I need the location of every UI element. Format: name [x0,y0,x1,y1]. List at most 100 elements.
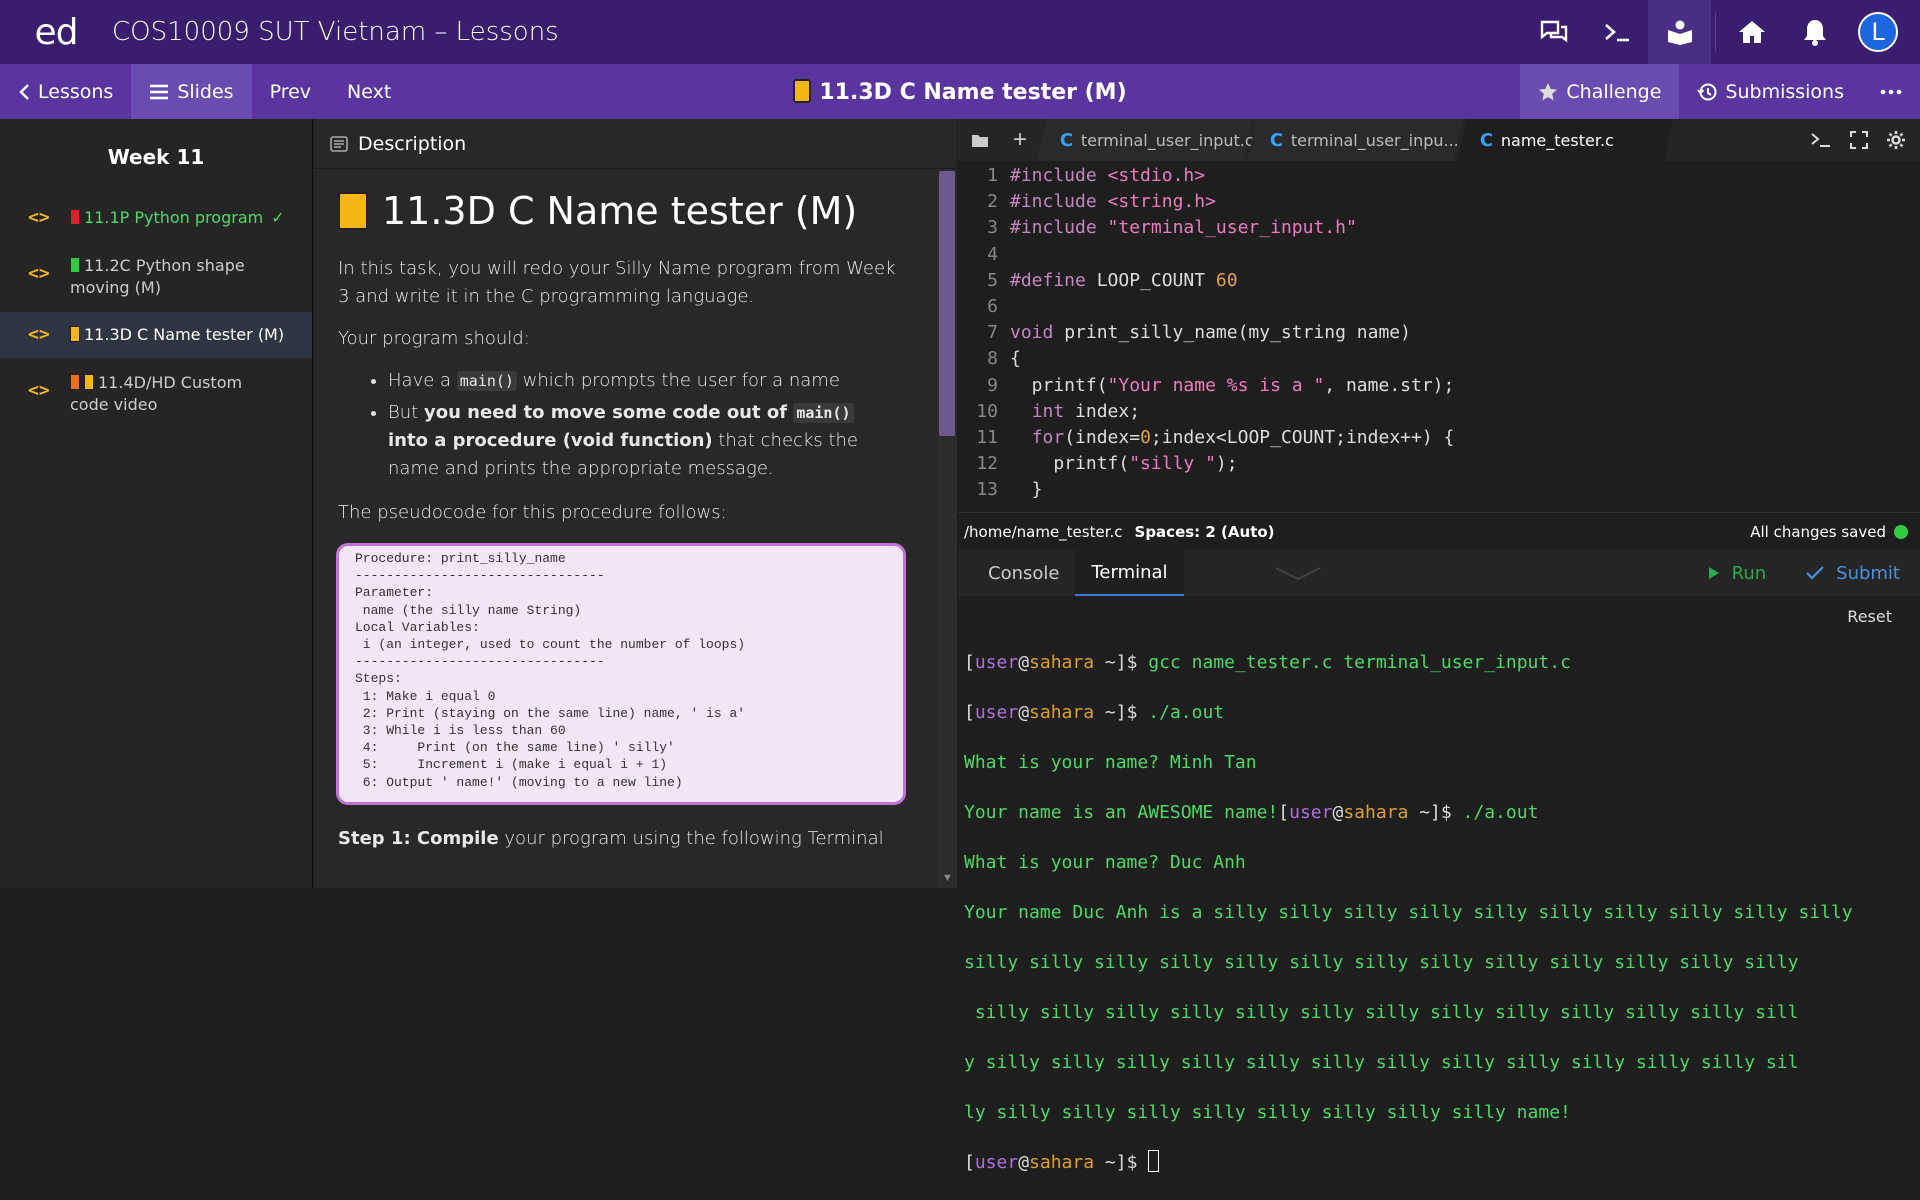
lesson-item[interactable]: <> 11.1P Python program ✓ [0,195,312,241]
terminal-line: silly silly silly silly silly silly sill… [964,952,1799,973]
lessons-button[interactable]: Lessons [0,64,131,119]
code-line: 7 void print_silly_name(my_string name) [958,320,1920,346]
pseudocode-line: 5: Increment i (make i equal i + 1) [355,757,668,773]
indent-setting[interactable]: Spaces: 2 (Auto) [1135,523,1275,541]
lesson-item[interactable]: <> 11.3D C Name tester (M) [0,312,312,358]
terminal-line: [user@sahara ~]$ gcc name_tester.c termi… [964,652,1571,673]
files-icon[interactable] [958,132,1002,148]
pseudocode-lines: -------------------------------- Paramete… [355,567,887,791]
code-line: 5 #define LOOP_COUNT 60 [958,268,1920,294]
code-token: 0 [1140,427,1151,449]
line-number: 11 [976,427,998,449]
code-token: (index= [1064,427,1141,449]
submissions-button[interactable]: Submissions [1679,64,1862,119]
editor-tab[interactable]: Cterminal_user_inpu... [1247,119,1463,161]
tab-console[interactable]: Console [972,550,1075,596]
heading-text: 11.3D C Name tester (M) [382,189,858,233]
terminal-line: What is your name? Duc Anh [964,852,1246,873]
discussion-icon[interactable] [1522,0,1585,64]
code-token: 60 [1215,269,1238,291]
lessons-icon[interactable] [1648,0,1711,64]
description-heading: 11.3D C Name tester (M) [338,189,898,233]
ed-logo[interactable]: ed [0,12,112,53]
list-item: Have a main() which prompts the user for… [388,367,898,395]
line-number: 8 [987,348,998,370]
terminal-line: Your name Duc Anh is a silly silly silly… [964,902,1853,923]
marker-green [70,257,80,273]
terminal-icon[interactable] [1810,132,1832,148]
terminal-output[interactable]: Reset [user@sahara ~]$ gcc name_tester.c… [958,596,1920,1173]
reset-button[interactable]: Reset [1847,604,1892,629]
bell-icon[interactable] [1783,0,1846,64]
tab-terminal[interactable]: Terminal [1075,550,1184,596]
lessons-label: Lessons [38,80,114,103]
line-number: 4 [987,243,998,265]
top-bar: ed COS10009 SUT Vietnam – Lessons L [0,0,1920,64]
scrollbar-thumb[interactable] [939,171,955,436]
submissions-label: Submissions [1725,80,1844,103]
lesson-item[interactable]: <> 11.4D/HD Custom code video [0,362,312,426]
avatar[interactable]: L [1858,12,1898,52]
home-icon[interactable] [1720,0,1783,64]
pseudocode-line: 4: Print (on the same line) ' silly' [355,740,675,756]
pseudocode-line: 6: Output ' name!' (moving to a new line… [355,774,683,790]
task-title-text: 11.3D C Name tester (M) [819,80,1127,105]
next-button[interactable]: Next [329,64,409,119]
terminal-icon[interactable] [1585,0,1648,64]
lesson-item[interactable]: <> 11.2C Python shape moving (M) [0,245,312,309]
pseudocode-line: Parameter: [355,585,434,601]
more-icon[interactable] [1862,64,1920,119]
code-token: , name.str); [1324,374,1455,396]
description-header: Description [314,119,957,169]
code-icon: <> [28,207,50,228]
code-area[interactable]: 1 #include <stdio.h> 2 #include <string.h> 3… [958,163,1920,503]
slides-button[interactable]: Slides [131,64,252,119]
requirements-intro: Your program should: [338,328,530,349]
star-icon [1539,82,1558,100]
code-token: "silly " [1129,453,1216,475]
lesson-sidebar: Week 11 <> 11.1P Python program ✓ <> 11.2… [0,119,313,888]
submit-button[interactable]: Submit [1806,563,1900,584]
editor-tab[interactable]: Cterminal_user_input.c [1037,119,1254,161]
code-token: for [1031,427,1065,449]
intro-paragraph: In this task, you will redo your Silly N… [338,258,896,307]
scroll-down-icon[interactable]: ▼ [942,872,953,884]
terminal-cursor [1148,1150,1160,1172]
code-line: 12 printf("silly "); [958,451,1920,477]
description-body: 11.3D C Name tester (M) In this task, yo… [336,189,906,867]
pseudocode-intro: The pseudocode for this procedure follow… [338,502,727,523]
gear-icon[interactable] [1886,130,1906,150]
code-line: 8{ [958,346,1920,372]
code-line: 9 printf("Your name %s is a ", name.str)… [958,373,1920,399]
code-token: int [1031,400,1076,422]
prev-button[interactable]: Prev [252,64,329,119]
code-line: 4 [958,242,1920,268]
terminal-line: Your name is an AWESOME name![user@sahar… [964,802,1539,823]
fullscreen-icon[interactable] [1850,131,1868,149]
challenge-button[interactable]: Challenge [1520,64,1680,119]
requirements-list: Have a main() which prompts the user for… [388,367,898,483]
line-number: 12 [976,453,998,475]
code-token: "Your name %s is a " [1107,374,1325,396]
code-line: 6 [958,294,1920,320]
description-scrollbar[interactable]: ▼ [937,169,957,888]
check-icon [1806,566,1824,580]
terminal-line: [user@sahara ~]$ [964,1150,1914,1175]
line-number: 7 [987,322,998,344]
line-number: 13 [976,479,998,501]
pseudocode-line: -------------------------------- [355,568,605,584]
description-panel: Description 11.3D C Name tester (M) In t… [314,119,957,888]
collapse-chevron-icon[interactable] [1274,565,1322,581]
editor-tab-active[interactable]: Cname_tester.c [1457,119,1673,161]
c-file-icon: C [1270,129,1284,151]
c-file-icon: C [1060,129,1074,151]
code-token: #include [1010,191,1108,213]
pseudocode-line: 1: Make i equal 0 [355,688,496,704]
code-line: 3 #include "terminal_user_input.h" [958,215,1920,241]
add-tab-icon[interactable]: + [1002,126,1038,154]
history-icon [1697,83,1717,100]
marker-yellow [84,374,94,390]
chevron-left-icon [19,83,29,100]
line-number: 1 [987,165,998,186]
run-button[interactable]: Run [1708,563,1766,584]
